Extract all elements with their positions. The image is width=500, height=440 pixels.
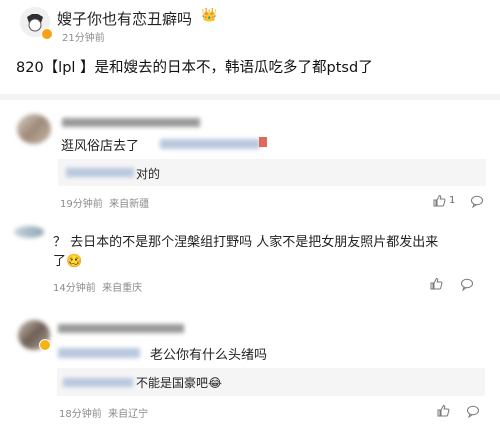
comment-text: ？ 去日本的不是那个涅槃组打野吗 人家不是把女朋友照片都发出来了🥴 [53,235,439,269]
verified-badge [39,339,51,351]
comment-avatar[interactable] [17,114,51,144]
commenter-name[interactable] [58,324,184,333]
commenter-name[interactable] [62,118,200,127]
comment-avatar[interactable] [14,226,44,238]
reply-author[interactable] [66,168,134,177]
section-divider [0,94,500,100]
comment-bubble-icon[interactable] [460,277,474,291]
mention-tag[interactable] [160,139,260,149]
author-emoji: 👑 [201,8,218,23]
comment-meta: 19分钟前 来自新疆 [60,199,150,210]
verified-badge [41,28,53,40]
thumb-up-icon[interactable] [432,194,446,208]
mention-tag[interactable] [58,348,140,358]
post-author-name[interactable]: 嫂子你也有恋丑癖吗 [57,8,192,29]
comment-bubble-icon[interactable] [470,194,484,208]
reaction-badge [259,137,267,147]
thumb-up-icon[interactable] [429,277,443,291]
reply-author[interactable] [63,378,133,387]
reply-text: 对的 [136,167,161,181]
thumb-up-icon[interactable] [436,404,450,418]
comment-text: 老公你有什么头绪吗 [150,348,268,363]
comment-bubble-icon[interactable] [466,404,480,418]
post-time: 21分钟前 [62,33,105,44]
comment-text: 逛风俗店去了 [61,139,140,154]
comment-meta: 14分钟前 来自重庆 [53,283,143,294]
comment-meta: 18分钟前 来自辽宁 [59,409,149,420]
like-count: 1 [449,195,456,206]
reply-text: 不能是国豪吧😂 [136,376,223,390]
post-text: 820【lpl 】是和嫂去的日本不，韩语瓜吃多了都ptsd了 [16,60,373,76]
